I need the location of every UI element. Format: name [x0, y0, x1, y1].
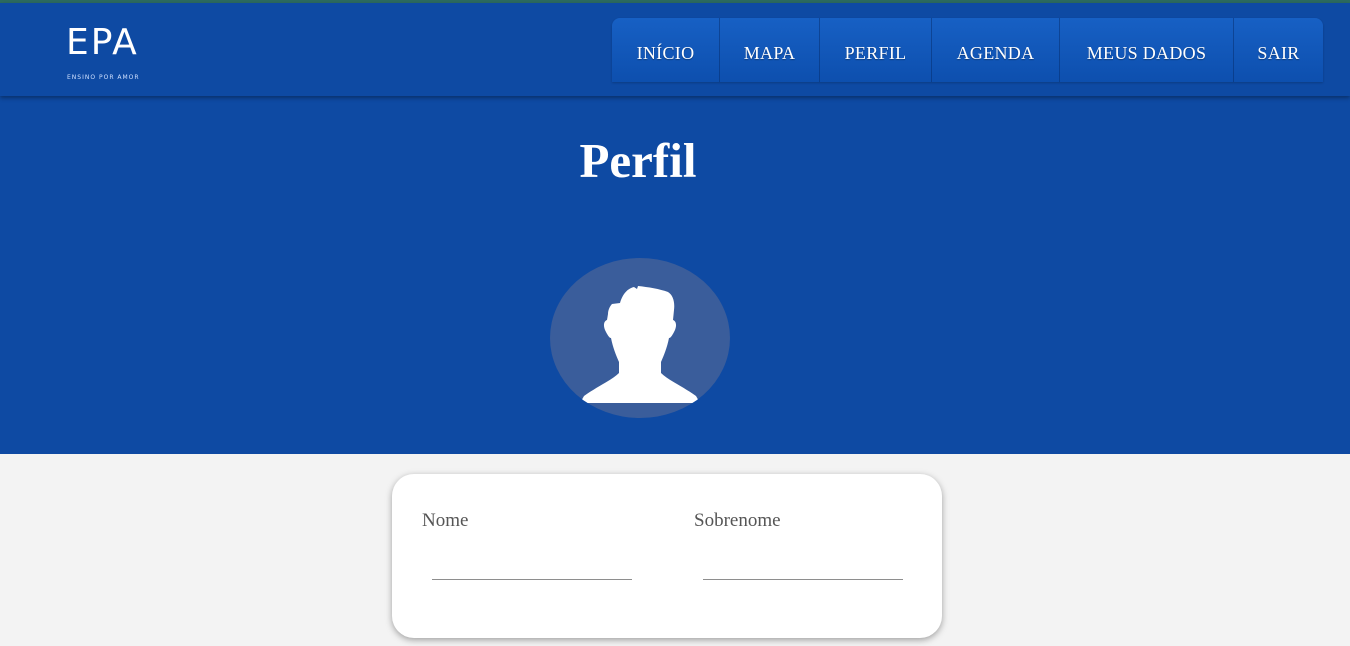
last-name-input[interactable] — [703, 554, 903, 580]
nav-item-mapa[interactable]: MAPA — [720, 18, 820, 82]
last-name-label: Sobrenome — [694, 510, 781, 531]
profile-hero: Perfil — [0, 96, 1350, 454]
nav-item-perfil[interactable]: PERFIL — [820, 18, 932, 82]
user-silhouette-icon — [580, 286, 700, 403]
nav-item-inicio[interactable]: INÍCIO — [612, 18, 720, 82]
page-title: Perfil — [579, 133, 697, 188]
first-name-label: Nome — [422, 510, 469, 531]
first-name-input[interactable] — [432, 554, 632, 580]
nav-item-agenda[interactable]: AGENDA — [932, 18, 1060, 82]
navbar: EPA ENSINO POR AMOR INÍCIO MAPA PERFIL A… — [0, 3, 1350, 96]
logo[interactable]: EPA ENSINO POR AMOR — [66, 23, 156, 85]
avatar[interactable] — [550, 258, 730, 418]
main-nav: INÍCIO MAPA PERFIL AGENDA MEUS DADOS SAI… — [612, 18, 1323, 82]
logo-tagline: ENSINO POR AMOR — [67, 74, 140, 81]
profile-form-card: Nome Sobrenome — [392, 474, 942, 638]
nav-item-sair[interactable]: SAIR — [1234, 18, 1323, 82]
logo-text: EPA — [66, 22, 139, 63]
nav-item-meus-dados[interactable]: MEUS DADOS — [1060, 18, 1234, 82]
